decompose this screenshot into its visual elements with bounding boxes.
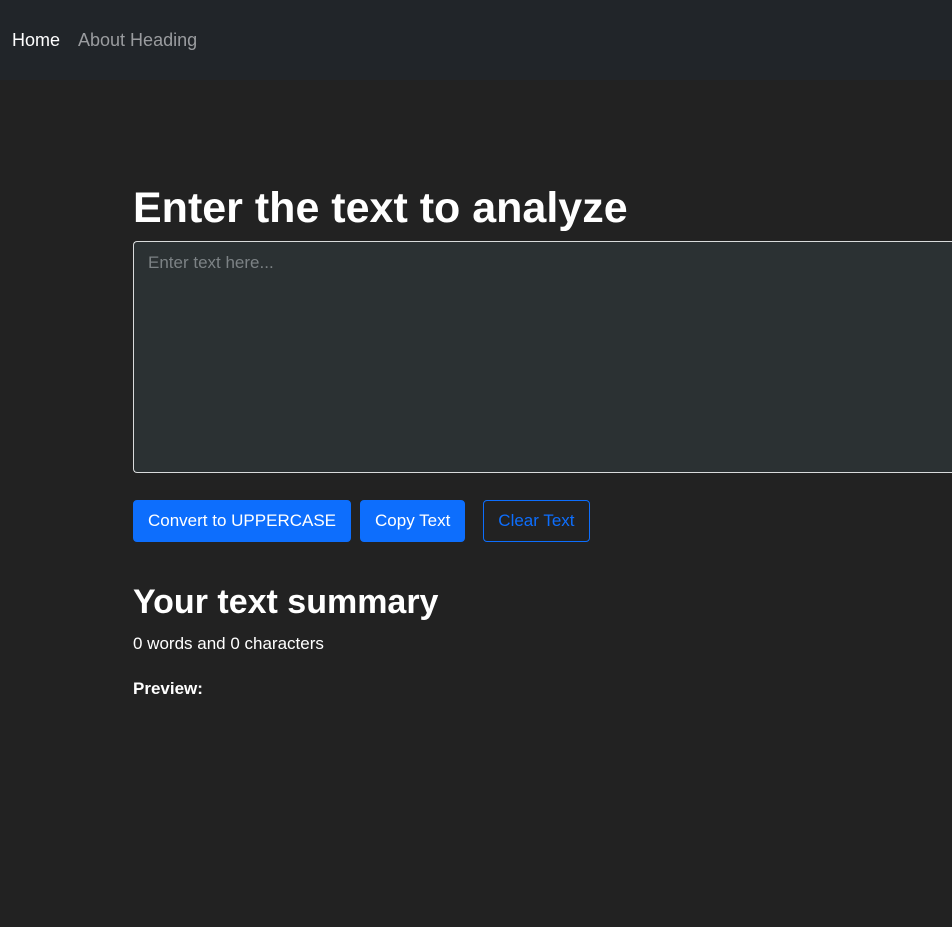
- nav-link-about[interactable]: About Heading: [66, 30, 197, 51]
- clear-text-button[interactable]: Clear Text: [483, 500, 590, 542]
- preview-label: Preview:: [133, 679, 203, 698]
- page-heading: Enter the text to analyze: [133, 184, 628, 232]
- convert-uppercase-button[interactable]: Convert to UPPERCASE: [133, 500, 352, 542]
- copy-text-button[interactable]: Copy Text: [360, 500, 466, 542]
- navbar: Home About Heading: [0, 0, 952, 80]
- summary-stats: 0 words and 0 characters: [133, 634, 324, 653]
- action-buttons: Convert to UPPERCASE Copy Text Clear Tex…: [133, 500, 952, 542]
- text-input[interactable]: [133, 241, 952, 473]
- summary-title: Your text summary: [133, 583, 439, 621]
- main-content: Enter the text to analyze Convert to UPP…: [133, 180, 952, 709]
- nav-link-home[interactable]: Home: [0, 30, 60, 51]
